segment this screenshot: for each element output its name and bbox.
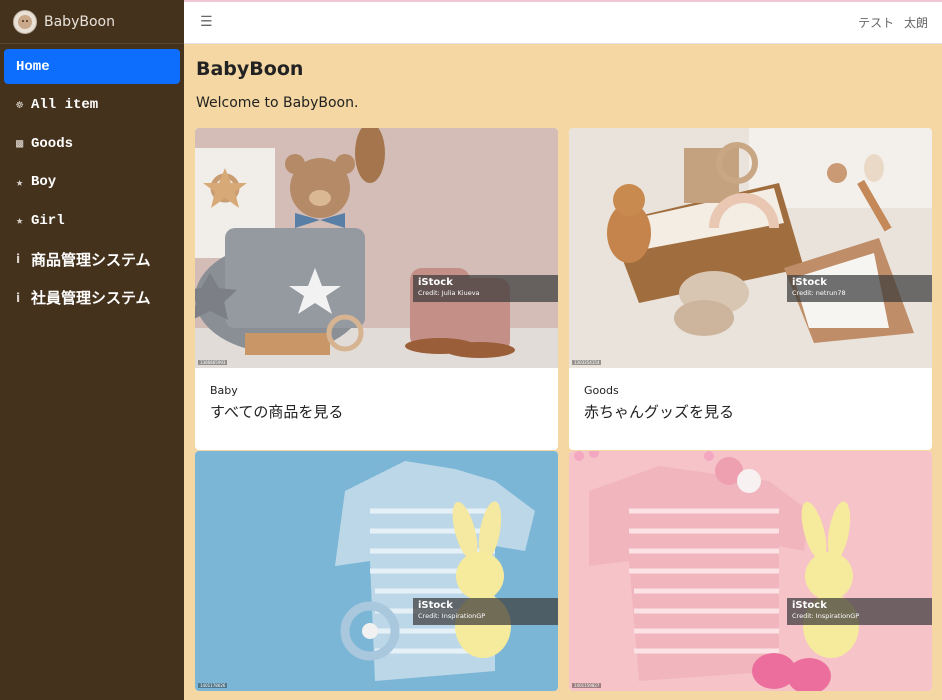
sidebar-item-label: 社員管理システム — [31, 289, 151, 307]
card-subtitle: Goods — [584, 384, 619, 397]
brand-logo — [13, 9, 37, 34]
welcome-text: Welcome to BabyBoon. — [196, 95, 359, 111]
star-icon: ★ — [16, 214, 24, 228]
card-title[interactable]: すべての商品を見る — [210, 401, 543, 422]
sidebar-nav: Home ☸ All item ▩ Goods ★ Boy ★ Girl i 商… — [0, 44, 184, 315]
sidebar-item-label: Home — [16, 58, 50, 75]
sidebar: BabyBoon Home ☸ All item ▩ Goods ★ Boy ★… — [0, 0, 184, 700]
sidebar-item-employee-management[interactable]: i 社員管理システム — [4, 280, 180, 315]
sidebar-item-label: All item — [31, 97, 99, 113]
info-icon: i — [16, 252, 21, 266]
hamburger-icon[interactable]: ☰ — [200, 14, 213, 30]
card-subtitle: Baby — [210, 384, 238, 397]
card-image: iStock Credit: InspirationGP 1401159827 — [569, 451, 932, 691]
sidebar-item-label: Boy — [31, 174, 57, 190]
main-content: BabyBoon Welcome to BabyBoon. iStock Cre… — [184, 44, 942, 700]
card-goods[interactable]: iStock Credit: netrun78 1303354154 Goods… — [569, 128, 932, 450]
sidebar-item-goods[interactable]: ▩ Goods — [4, 126, 180, 161]
stroller-icon: ☸ — [16, 98, 24, 113]
top-navbar: ☰ テスト 太朗 — [184, 0, 942, 44]
sidebar-item-home[interactable]: Home — [4, 49, 180, 84]
card-title[interactable]: 赤ちゃんグッズを見る — [584, 401, 917, 422]
card-image: iStock Credit: Julia Kiueva 1386865993 — [195, 128, 558, 368]
stock-id: 1386865993 — [198, 360, 228, 365]
stock-id: 1303354154 — [572, 360, 602, 365]
info-icon: i — [16, 290, 21, 305]
sidebar-item-boy[interactable]: ★ Boy — [4, 165, 180, 200]
page-title: BabyBoon — [196, 58, 304, 80]
brand-name: BabyBoon — [44, 13, 115, 30]
gift-icon: ▩ — [16, 137, 24, 151]
istock-watermark: iStock Credit: netrun78 — [787, 275, 932, 302]
sidebar-item-label: Girl — [31, 212, 65, 229]
istock-watermark: iStock Credit: InspirationGP — [413, 598, 558, 625]
sidebar-item-label: Goods — [31, 135, 74, 152]
stock-id: 1401159827 — [572, 683, 602, 688]
card-image: iStock Credit: netrun78 1303354154 — [569, 128, 932, 368]
brand-link[interactable]: BabyBoon — [0, 0, 184, 44]
istock-watermark: iStock Credit: Julia Kiueva — [413, 275, 558, 302]
sidebar-item-label: 商品管理システム — [31, 250, 151, 269]
card-girl[interactable]: iStock Credit: InspirationGP 1401159827 — [569, 451, 932, 691]
istock-watermark: iStock Credit: InspirationGP — [787, 598, 932, 625]
user-menu[interactable]: テスト 太朗 — [858, 14, 928, 31]
sidebar-item-product-management[interactable]: i 商品管理システム — [4, 242, 180, 277]
card-image: iStock Credit: InspirationGP 1401178626 — [195, 451, 558, 691]
card-body: Baby すべての商品を見る — [195, 368, 558, 450]
star-icon: ★ — [16, 175, 24, 190]
sidebar-item-girl[interactable]: ★ Girl — [4, 203, 180, 238]
card-body: Goods 赤ちゃんグッズを見る — [569, 368, 932, 450]
sidebar-item-all-item[interactable]: ☸ All item — [4, 88, 180, 123]
stock-id: 1401178626 — [198, 683, 228, 688]
card-baby[interactable]: iStock Credit: Julia Kiueva 1386865993 B… — [195, 128, 558, 450]
card-boy[interactable]: iStock Credit: InspirationGP 1401178626 — [195, 451, 558, 691]
